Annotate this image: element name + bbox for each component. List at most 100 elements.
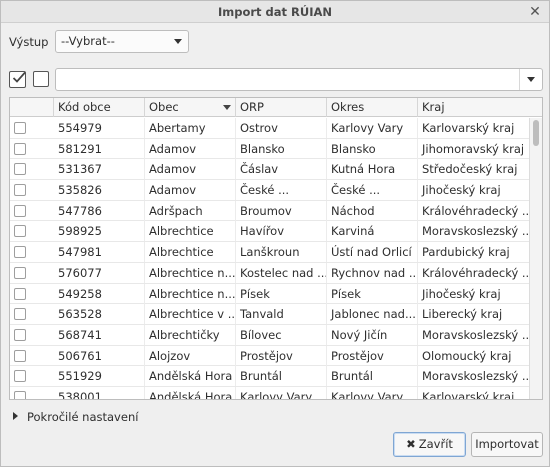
table-cell: 554979	[54, 118, 145, 138]
advanced-settings-toggle[interactable]: Pokročilé nastavení	[13, 410, 138, 424]
table-cell: Ústí nad Orlicí	[327, 242, 418, 263]
row-checkbox[interactable]	[14, 287, 26, 300]
table-row[interactable]: 535826 Adamov České ... České ... Jihočeský …	[10, 180, 529, 201]
table-cell: Adamov	[145, 159, 236, 180]
table-header: Kód obce Obec ORP Okres Kraj	[10, 98, 542, 117]
table-cell: Prostějov	[327, 345, 418, 366]
row-checkbox[interactable]	[14, 225, 26, 238]
table-cell: Kutná Hora	[327, 159, 418, 180]
column-header-check[interactable]	[10, 98, 54, 117]
table-row[interactable]: 551929 Andělská Hora Bruntál Bruntál Moravsk…	[10, 366, 529, 387]
close-icon: ✖	[406, 437, 416, 451]
column-header-obec[interactable]: Obec	[145, 98, 236, 117]
table-row[interactable]: 547981 Albrechtice Lanškroun Ústí nad Orlic…	[10, 242, 529, 263]
column-header-okres[interactable]: Okres	[327, 98, 418, 117]
table-cell: Bílovec	[236, 324, 327, 345]
table-cell: Karlovarský kraj	[422, 121, 515, 135]
table-cell: Čáslav	[236, 159, 327, 180]
table-row[interactable]: 568741 Albrechtičky Bílovec Nový Jičín Morav…	[10, 324, 529, 346]
table-row[interactable]: 598925 Albrechtice Havířov Karviná Moravskos…	[10, 221, 529, 243]
close-icon[interactable]: ✕	[527, 4, 543, 20]
table-row[interactable]: 563528 Albrechtice v ... Tanvald Jablonec n…	[10, 304, 529, 325]
row-checkbox[interactable]	[14, 122, 26, 134]
cancel-button-label: Zavřít	[418, 437, 453, 451]
table-cell: České ...	[236, 180, 327, 201]
table-cell: Jihočeský kraj	[422, 286, 501, 301]
column-header-kod-obce[interactable]: Kód obce	[54, 98, 145, 117]
table-cell: 563528	[54, 304, 145, 325]
row-checkbox[interactable]	[14, 184, 26, 197]
table-cell: 531367	[54, 159, 145, 180]
table-cell: Adamov	[145, 138, 236, 159]
table-cell: Havířov	[236, 221, 327, 242]
table-cell: Nový Jičín	[327, 324, 418, 345]
row-checkbox[interactable]	[14, 328, 26, 341]
import-dialog: Import dat RÚIAN ✕ Výstup --Vybrat-- Kód…	[0, 0, 550, 467]
import-button-label: Importovat	[475, 437, 539, 451]
table-cell: Tanvald	[236, 304, 327, 325]
table-row[interactable]: 506761 Alojzov Prostějov Prostějov Olomoucký…	[10, 345, 529, 367]
table-cell: Broumov	[236, 200, 327, 221]
table-cell: Karlovy Vary	[236, 386, 327, 399]
cancel-button[interactable]: ✖ Zavřít	[393, 432, 466, 457]
row-checkbox[interactable]	[14, 390, 26, 399]
table-cell: Bruntál	[236, 366, 327, 387]
table-cell: 576077	[54, 262, 145, 283]
table-cell: 547786	[54, 200, 145, 221]
select-none-checkbox-icon[interactable]	[33, 71, 49, 87]
row-checkbox[interactable]	[14, 370, 26, 383]
table-cell: Alojzov	[145, 345, 236, 366]
filter-combo[interactable]	[55, 68, 543, 91]
table-cell: Královéhradecký ...	[422, 265, 529, 280]
table-cell: Albrechtice	[145, 242, 236, 263]
table-row[interactable]: 538001 Andělská Hora Karlovy Vary Karlovy V…	[10, 386, 529, 400]
table-row[interactable]: 554979 Abertamy Ostrov Karlovy Vary Karlovar…	[10, 118, 529, 139]
table-cell: Písek	[236, 283, 327, 304]
table-row[interactable]: 547786 Adršpach Broumov Náchod Královéhradec…	[10, 200, 529, 222]
select-all-checkbox-icon[interactable]	[9, 71, 26, 88]
table-cell: 568741	[54, 324, 145, 345]
row-checkbox[interactable]	[14, 163, 26, 176]
table-cell: Karviná	[327, 221, 418, 242]
table-cell: Liberecký kraj	[422, 307, 503, 322]
table-cell: Karlovarský kraj	[422, 389, 515, 400]
row-checkbox[interactable]	[14, 142, 26, 155]
row-checkbox[interactable]	[14, 266, 26, 279]
combo-divider	[519, 69, 520, 90]
table-cell: 551929	[54, 366, 145, 387]
table-row[interactable]: 576077 Albrechtice n... Kostelec nad ... Ry…	[10, 262, 529, 284]
table-cell: Náchod	[327, 200, 418, 221]
table-cell: 581291	[54, 138, 145, 159]
table-cell: České ...	[327, 180, 418, 201]
row-checkbox[interactable]	[14, 204, 26, 217]
table-cell: Moravskoslezský ...	[422, 224, 529, 239]
table-row[interactable]: 531367 Adamov Čáslav Kutná Hora Středočeský …	[10, 159, 529, 181]
table-cell: 598925	[54, 221, 145, 242]
vertical-scrollbar[interactable]	[529, 118, 542, 399]
output-select[interactable]: --Vybrat--	[55, 30, 189, 53]
column-header-orp[interactable]: ORP	[236, 98, 327, 117]
column-header-kraj[interactable]: Kraj	[418, 98, 542, 117]
table-cell: Albrechtičky	[145, 324, 236, 345]
table-row[interactable]: 581291 Adamov Blansko Blansko Jihomoravský k…	[10, 138, 529, 160]
chevron-down-icon	[174, 39, 182, 44]
window-title: Import dat RÚIAN	[217, 5, 333, 19]
row-checkbox[interactable]	[14, 349, 26, 362]
column-header-obec-label: Obec	[149, 100, 179, 114]
row-checkbox[interactable]	[14, 308, 26, 321]
table-cell: Albrechtice n...	[145, 262, 236, 283]
table-cell: Středočeský kraj	[422, 162, 518, 177]
municipality-table[interactable]: Kód obce Obec ORP Okres Kraj 554979 Abert…	[9, 97, 543, 400]
table-cell: Jablonec nad...	[327, 304, 418, 325]
table-row[interactable]: 549258 Albrechtice n... Písek Písek Jihočesk…	[10, 283, 529, 305]
scrollbar-thumb[interactable]	[533, 120, 539, 146]
output-select-value: --Vybrat--	[61, 34, 115, 48]
table-cell: Jihočeský kraj	[422, 183, 501, 198]
table-cell: Adršpach	[145, 200, 236, 221]
import-button[interactable]: Importovat	[471, 432, 543, 457]
table-cell: Olomoucký kraj	[422, 348, 512, 363]
table-cell: Albrechtice n...	[145, 283, 236, 304]
table-cell: 506761	[54, 345, 145, 366]
row-checkbox[interactable]	[14, 246, 26, 259]
advanced-settings-label: Pokročilé nastavení	[27, 410, 139, 424]
